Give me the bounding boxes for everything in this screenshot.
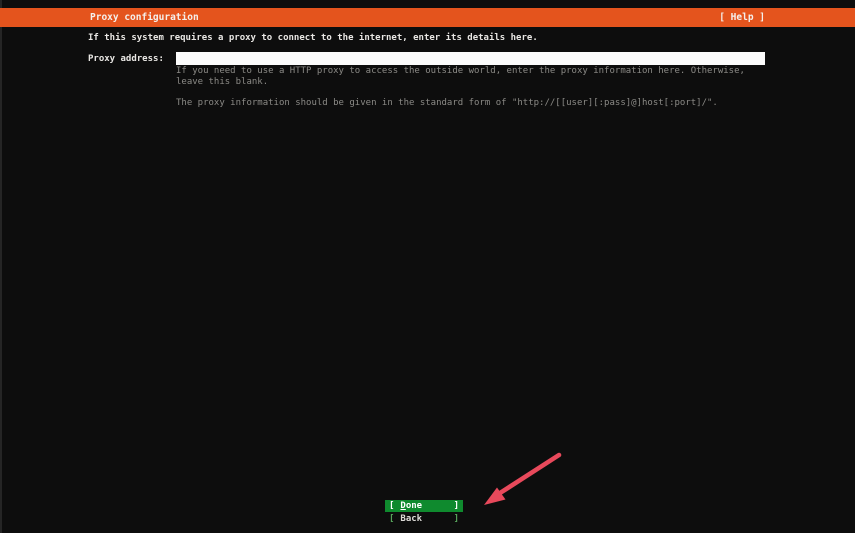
screen-edge-highlight	[0, 0, 2, 533]
done-bracket-left: [	[389, 501, 395, 511]
done-bracket-right: ]	[453, 501, 459, 511]
proxy-help-line-3: The proxy information should be given in…	[176, 97, 718, 108]
proxy-address-label: Proxy address:	[88, 54, 164, 64]
page-title: Proxy configuration	[90, 12, 199, 23]
proxy-help-line-2: leave this blank.	[176, 76, 269, 87]
installer-screen: Proxy configuration [ Help ] If this sys…	[0, 0, 855, 533]
help-button[interactable]: [ Help ]	[719, 12, 765, 23]
back-button[interactable]: [ Back ]	[385, 513, 463, 525]
back-button-label: Back	[400, 513, 423, 524]
instruction-text: If this system requires a proxy to conne…	[88, 33, 538, 43]
proxy-help-text: If you need to use a HTTP proxy to acces…	[176, 66, 745, 108]
back-bracket-left: [	[389, 513, 395, 524]
annotation-arrow-head	[484, 487, 506, 505]
header-bar: Proxy configuration [ Help ]	[0, 8, 855, 27]
done-button-label: Done	[400, 501, 423, 511]
back-bracket-right: ]	[453, 513, 459, 524]
proxy-help-line-1: If you need to use a HTTP proxy to acces…	[176, 66, 745, 76]
annotation-arrow-shaft	[497, 452, 562, 496]
proxy-address-input[interactable]	[176, 52, 765, 65]
done-button[interactable]: [ Done ]	[385, 500, 463, 512]
